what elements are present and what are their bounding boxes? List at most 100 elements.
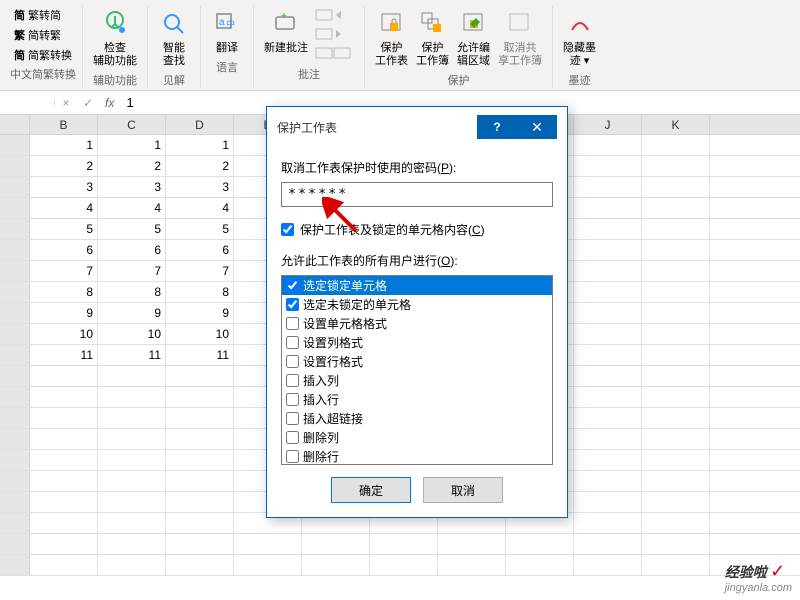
cell[interactable] xyxy=(574,198,642,218)
checkbox-icon[interactable] xyxy=(286,412,299,425)
cell[interactable] xyxy=(574,555,642,575)
cell[interactable] xyxy=(574,534,642,554)
cell[interactable] xyxy=(574,261,642,281)
row-header[interactable] xyxy=(0,492,30,512)
cell[interactable]: 4 xyxy=(98,198,166,218)
cell[interactable] xyxy=(166,534,234,554)
cell[interactable] xyxy=(642,471,710,491)
cell[interactable] xyxy=(30,429,98,449)
cell[interactable] xyxy=(98,408,166,428)
cell[interactable] xyxy=(98,555,166,575)
prev-next-icon[interactable] xyxy=(314,27,356,43)
cell[interactable] xyxy=(302,534,370,554)
protect-workbook-button[interactable]: 保护 工作簿 xyxy=(412,6,453,70)
cell[interactable]: 10 xyxy=(98,324,166,344)
cell[interactable] xyxy=(642,135,710,155)
check-accessibility-button[interactable]: 检查 辅助功能 xyxy=(89,6,141,70)
cell[interactable] xyxy=(166,492,234,512)
cell[interactable]: 3 xyxy=(98,177,166,197)
cell[interactable] xyxy=(642,450,710,470)
cell[interactable] xyxy=(234,534,302,554)
cell[interactable] xyxy=(166,366,234,386)
cell[interactable] xyxy=(574,345,642,365)
row-header[interactable] xyxy=(0,135,30,155)
cell[interactable] xyxy=(506,555,574,575)
cell[interactable]: 6 xyxy=(30,240,98,260)
cell[interactable] xyxy=(98,492,166,512)
cell[interactable] xyxy=(642,429,710,449)
cell[interactable] xyxy=(574,219,642,239)
cell[interactable] xyxy=(166,408,234,428)
row-header[interactable] xyxy=(0,261,30,281)
cell[interactable] xyxy=(302,555,370,575)
checkbox-icon[interactable] xyxy=(286,431,299,444)
close-button[interactable]: ✕ xyxy=(517,115,557,139)
simplify-button[interactable]: 简繁转简 xyxy=(11,6,75,24)
cell[interactable] xyxy=(574,156,642,176)
cell[interactable] xyxy=(30,513,98,533)
row-header[interactable] xyxy=(0,156,30,176)
cell[interactable] xyxy=(98,534,166,554)
cell[interactable]: 9 xyxy=(166,303,234,323)
permission-item[interactable]: 设置单元格格式 xyxy=(282,314,552,333)
cell[interactable]: 8 xyxy=(30,282,98,302)
cell[interactable] xyxy=(642,324,710,344)
checkbox-icon[interactable] xyxy=(281,223,294,236)
ok-button[interactable]: 确定 xyxy=(331,477,411,503)
cell[interactable] xyxy=(642,387,710,407)
cell[interactable] xyxy=(642,282,710,302)
cell[interactable] xyxy=(30,555,98,575)
cell[interactable]: 9 xyxy=(30,303,98,323)
cell[interactable] xyxy=(642,240,710,260)
column-header[interactable]: K xyxy=(642,115,710,134)
row-header[interactable] xyxy=(0,282,30,302)
row-header[interactable] xyxy=(0,366,30,386)
row-header[interactable] xyxy=(0,471,30,491)
allow-edit-ranges-button[interactable]: 允许编 辑区域 xyxy=(453,6,494,70)
cell[interactable]: 1 xyxy=(30,135,98,155)
unshare-workbook-button[interactable]: 取消共 享工作簿 xyxy=(494,6,546,70)
cell[interactable] xyxy=(574,303,642,323)
cell[interactable]: 11 xyxy=(30,345,98,365)
row-header[interactable] xyxy=(0,198,30,218)
protect-content-checkbox[interactable]: 保护工作表及锁定的单元格内容(C) xyxy=(281,221,553,238)
cell[interactable] xyxy=(642,408,710,428)
help-button[interactable]: ? xyxy=(477,115,517,139)
cell[interactable] xyxy=(30,450,98,470)
cell[interactable] xyxy=(642,261,710,281)
checkbox-icon[interactable] xyxy=(286,279,299,292)
cell[interactable]: 1 xyxy=(98,135,166,155)
cell[interactable]: 8 xyxy=(166,282,234,302)
cell[interactable] xyxy=(166,429,234,449)
traditional-button[interactable]: 繁简转繁 xyxy=(11,26,75,44)
checkbox-icon[interactable] xyxy=(286,355,299,368)
cell[interactable]: 5 xyxy=(98,219,166,239)
new-comment-button[interactable]: + 新建批注 xyxy=(260,6,312,64)
protect-sheet-button[interactable]: 保护 工作表 xyxy=(371,6,412,70)
cell[interactable] xyxy=(98,513,166,533)
cell[interactable] xyxy=(98,387,166,407)
select-all-corner[interactable] xyxy=(0,115,30,134)
cell[interactable] xyxy=(166,513,234,533)
cell[interactable]: 5 xyxy=(30,219,98,239)
cell[interactable]: 7 xyxy=(98,261,166,281)
row-header[interactable] xyxy=(0,177,30,197)
permissions-list[interactable]: 选定锁定单元格选定未锁定的单元格设置单元格格式设置列格式设置行格式插入列插入行插… xyxy=(281,275,553,465)
cell[interactable] xyxy=(574,324,642,344)
cell[interactable] xyxy=(642,156,710,176)
cell[interactable] xyxy=(642,177,710,197)
checkbox-icon[interactable] xyxy=(286,374,299,387)
cell[interactable]: 11 xyxy=(98,345,166,365)
translate-button[interactable]: a中 翻译 xyxy=(207,6,247,57)
permission-item[interactable]: 设置列格式 xyxy=(282,333,552,352)
cell[interactable] xyxy=(574,135,642,155)
cell[interactable] xyxy=(98,450,166,470)
cell[interactable] xyxy=(642,492,710,512)
cell[interactable] xyxy=(166,555,234,575)
dialog-titlebar[interactable]: 保护工作表 ? ✕ xyxy=(267,107,567,147)
cell[interactable] xyxy=(370,534,438,554)
cell[interactable] xyxy=(234,555,302,575)
cell[interactable] xyxy=(574,177,642,197)
hide-ink-button[interactable]: 隐藏墨 迹 ▾ xyxy=(559,6,600,70)
cell[interactable]: 2 xyxy=(98,156,166,176)
